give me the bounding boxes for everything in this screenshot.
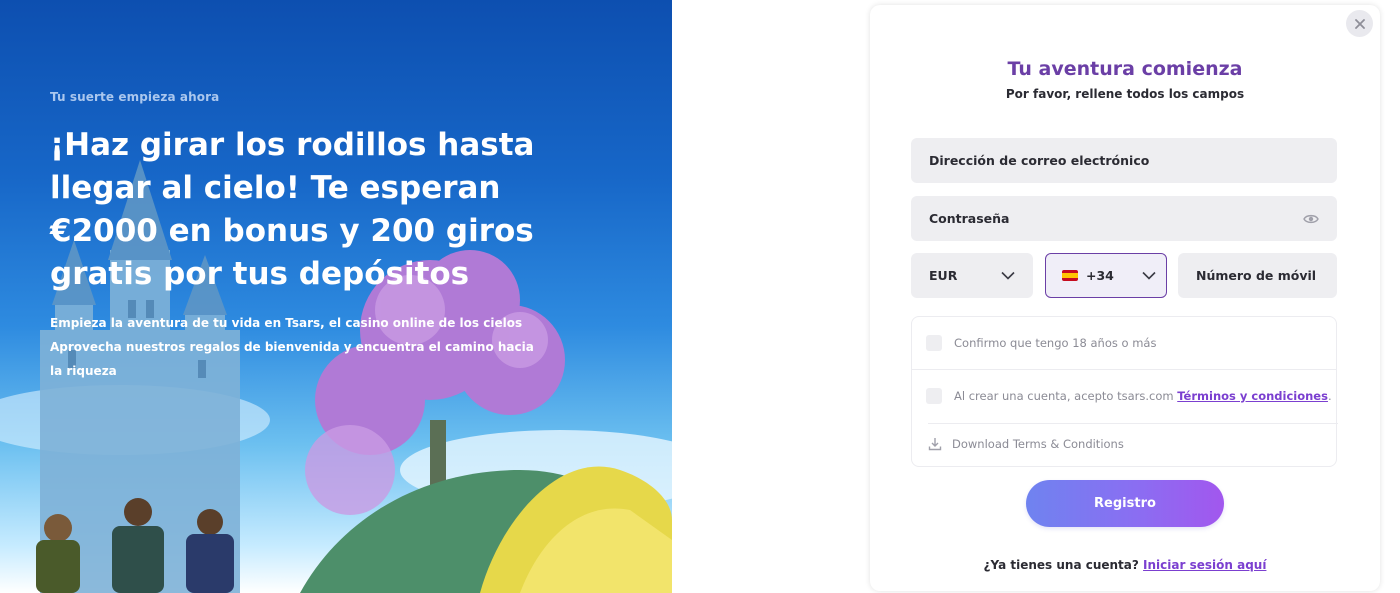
phone-code-select[interactable]: +34 [1045,253,1167,298]
terms-link[interactable]: Términos y condiciones [1177,389,1328,403]
hero-desc-line-2: Aprovecha nuestros regalos de bienvenida… [50,340,534,378]
login-prompt-line: ¿Ya tienes una cuenta? Iniciar sesión aq… [870,558,1380,572]
chevron-down-icon [1142,271,1156,280]
hero-kicker: Tu suerte empieza ahora [50,90,220,104]
age-consent-label: Confirmo que tengo 18 años o más [954,336,1157,350]
currency-select[interactable]: EUR [911,253,1033,298]
login-prompt: ¿Ya tienes una cuenta? [983,558,1139,572]
password-field[interactable]: Contraseña [911,196,1337,241]
spain-flag-icon [1062,270,1078,281]
modal-title: Tu aventura comienza [1007,58,1243,80]
modal-subtitle: Por favor, rellene todos los campos [1005,87,1245,101]
download-terms-link[interactable]: Download Terms & Conditions [928,437,1124,451]
phone-code-group: +34 [1062,268,1114,283]
register-button[interactable]: Registro [1026,480,1224,527]
page: Tu suerte empieza ahora ¡Haz girar los r… [0,0,1400,593]
terms-consent-row: Al crear una cuenta, acepto tsars.com Té… [926,388,1332,404]
consent-box: Confirmo que tengo 18 años o más Al crea… [911,316,1338,467]
hero-description: Empieza la aventura de tu vida en Tsars,… [50,311,540,383]
mobile-placeholder: Número de móvil [1196,268,1317,283]
hero-desc-line-1: Empieza la aventura de tu vida en Tsars,… [50,316,523,330]
download-terms-label: Download Terms & Conditions [952,437,1124,451]
consent-divider [912,369,1336,370]
chevron-down-icon [1001,271,1015,280]
age-checkbox[interactable] [926,335,942,351]
currency-value: EUR [929,268,958,283]
login-link[interactable]: Iniciar sesión aquí [1143,558,1266,572]
terms-checkbox[interactable] [926,388,942,404]
age-consent-row: Confirmo que tengo 18 años o más [926,335,1156,351]
eye-icon[interactable] [1303,213,1319,225]
consent-divider [928,423,1338,424]
download-icon [928,438,942,451]
hero-banner: Tu suerte empieza ahora ¡Haz girar los r… [0,0,672,593]
terms-consent-text: Al crear una cuenta, acepto tsars.com Té… [954,389,1332,403]
close-icon [1354,18,1365,29]
hero-content: Tu suerte empieza ahora ¡Haz girar los r… [50,90,570,383]
email-field[interactable]: Dirección de correo electrónico [911,138,1337,183]
phone-code-value: +34 [1086,268,1114,283]
mobile-number-field[interactable]: Número de móvil [1178,253,1337,298]
close-button[interactable] [1346,10,1373,37]
hero-title: ¡Haz girar los rodillos hasta llegar al … [50,127,535,292]
email-placeholder: Dirección de correo electrónico [929,153,1150,168]
terms-prefix: Al crear una cuenta, acepto tsars.com [954,389,1174,403]
registration-modal: Tu aventura comienza Por favor, rellene … [870,5,1380,591]
terms-suffix: . [1327,389,1332,403]
password-placeholder: Contraseña [929,211,1010,226]
